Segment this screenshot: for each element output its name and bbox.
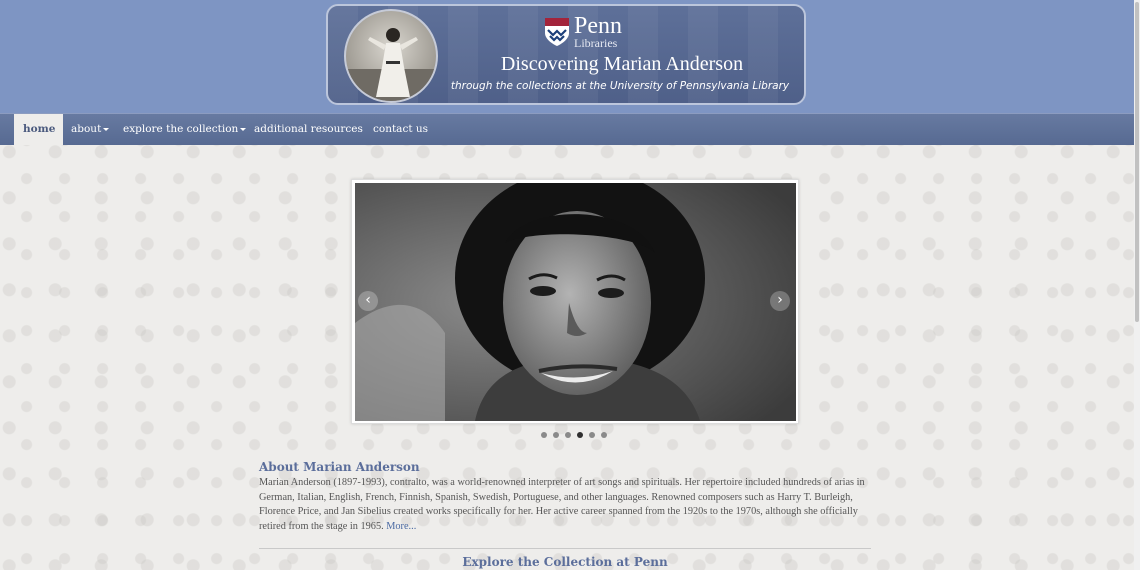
scrollbar-thumb[interactable] [1135, 2, 1139, 322]
nav-additional-resources-label: additional resources [254, 123, 363, 135]
site-title: Discovering Marian Anderson [500, 53, 744, 75]
carousel-indicator-5[interactable] [589, 432, 595, 438]
nav-explore-label: explore the collection [123, 123, 239, 135]
caret-down-icon [103, 127, 110, 131]
carousel-slide-image [355, 183, 796, 421]
nav-home-label: home [23, 123, 56, 135]
site-header: Penn Libraries Discovering Marian Anders… [0, 0, 1134, 113]
singer-portrait-image [344, 9, 438, 103]
carousel-indicator-3[interactable] [565, 432, 571, 438]
site-banner[interactable]: Penn Libraries Discovering Marian Anders… [326, 4, 806, 105]
carousel-indicators [541, 432, 611, 440]
explore-heading: Explore the Collection at Penn [462, 555, 668, 569]
libraries-logo-text: Libraries [574, 36, 618, 50]
about-heading: About Marian Anderson [259, 460, 420, 474]
main-navbar: home about explore the collection additi… [0, 113, 1134, 145]
nav-explore-dropdown[interactable]: explore the collection [114, 114, 255, 145]
section-divider [259, 548, 871, 549]
penn-logo-text: Penn [574, 13, 622, 39]
carousel-indicator-4[interactable] [577, 432, 583, 438]
carousel-indicator-2[interactable] [553, 432, 559, 438]
nav-about-label: about [71, 123, 102, 135]
about-paragraph: Marian Anderson (1897-1993), contralto, … [259, 476, 873, 535]
carousel-prev-button[interactable]: ‹ [358, 291, 378, 311]
chevron-right-icon: › [777, 292, 783, 308]
carousel-next-button[interactable]: › [770, 291, 790, 311]
about-body-text: Marian Anderson (1897-1993), contralto, … [259, 477, 865, 533]
nav-about-dropdown[interactable]: about [62, 114, 118, 145]
site-subtitle: through the collections at the Universit… [450, 80, 790, 92]
chevron-left-icon: ‹ [365, 292, 371, 308]
nav-additional-resources[interactable]: additional resources [245, 114, 372, 145]
carousel-indicator-6[interactable] [601, 432, 607, 438]
nav-contact-label: contact us [373, 123, 429, 135]
penn-shield-icon [545, 18, 569, 46]
nav-home[interactable]: home [14, 114, 63, 145]
carousel-indicator-1[interactable] [541, 432, 547, 438]
nav-contact[interactable]: contact us [364, 114, 437, 145]
more-link[interactable]: More... [386, 521, 416, 532]
page-scrollbar[interactable] [1134, 0, 1140, 570]
image-carousel: ‹ › [351, 179, 799, 424]
